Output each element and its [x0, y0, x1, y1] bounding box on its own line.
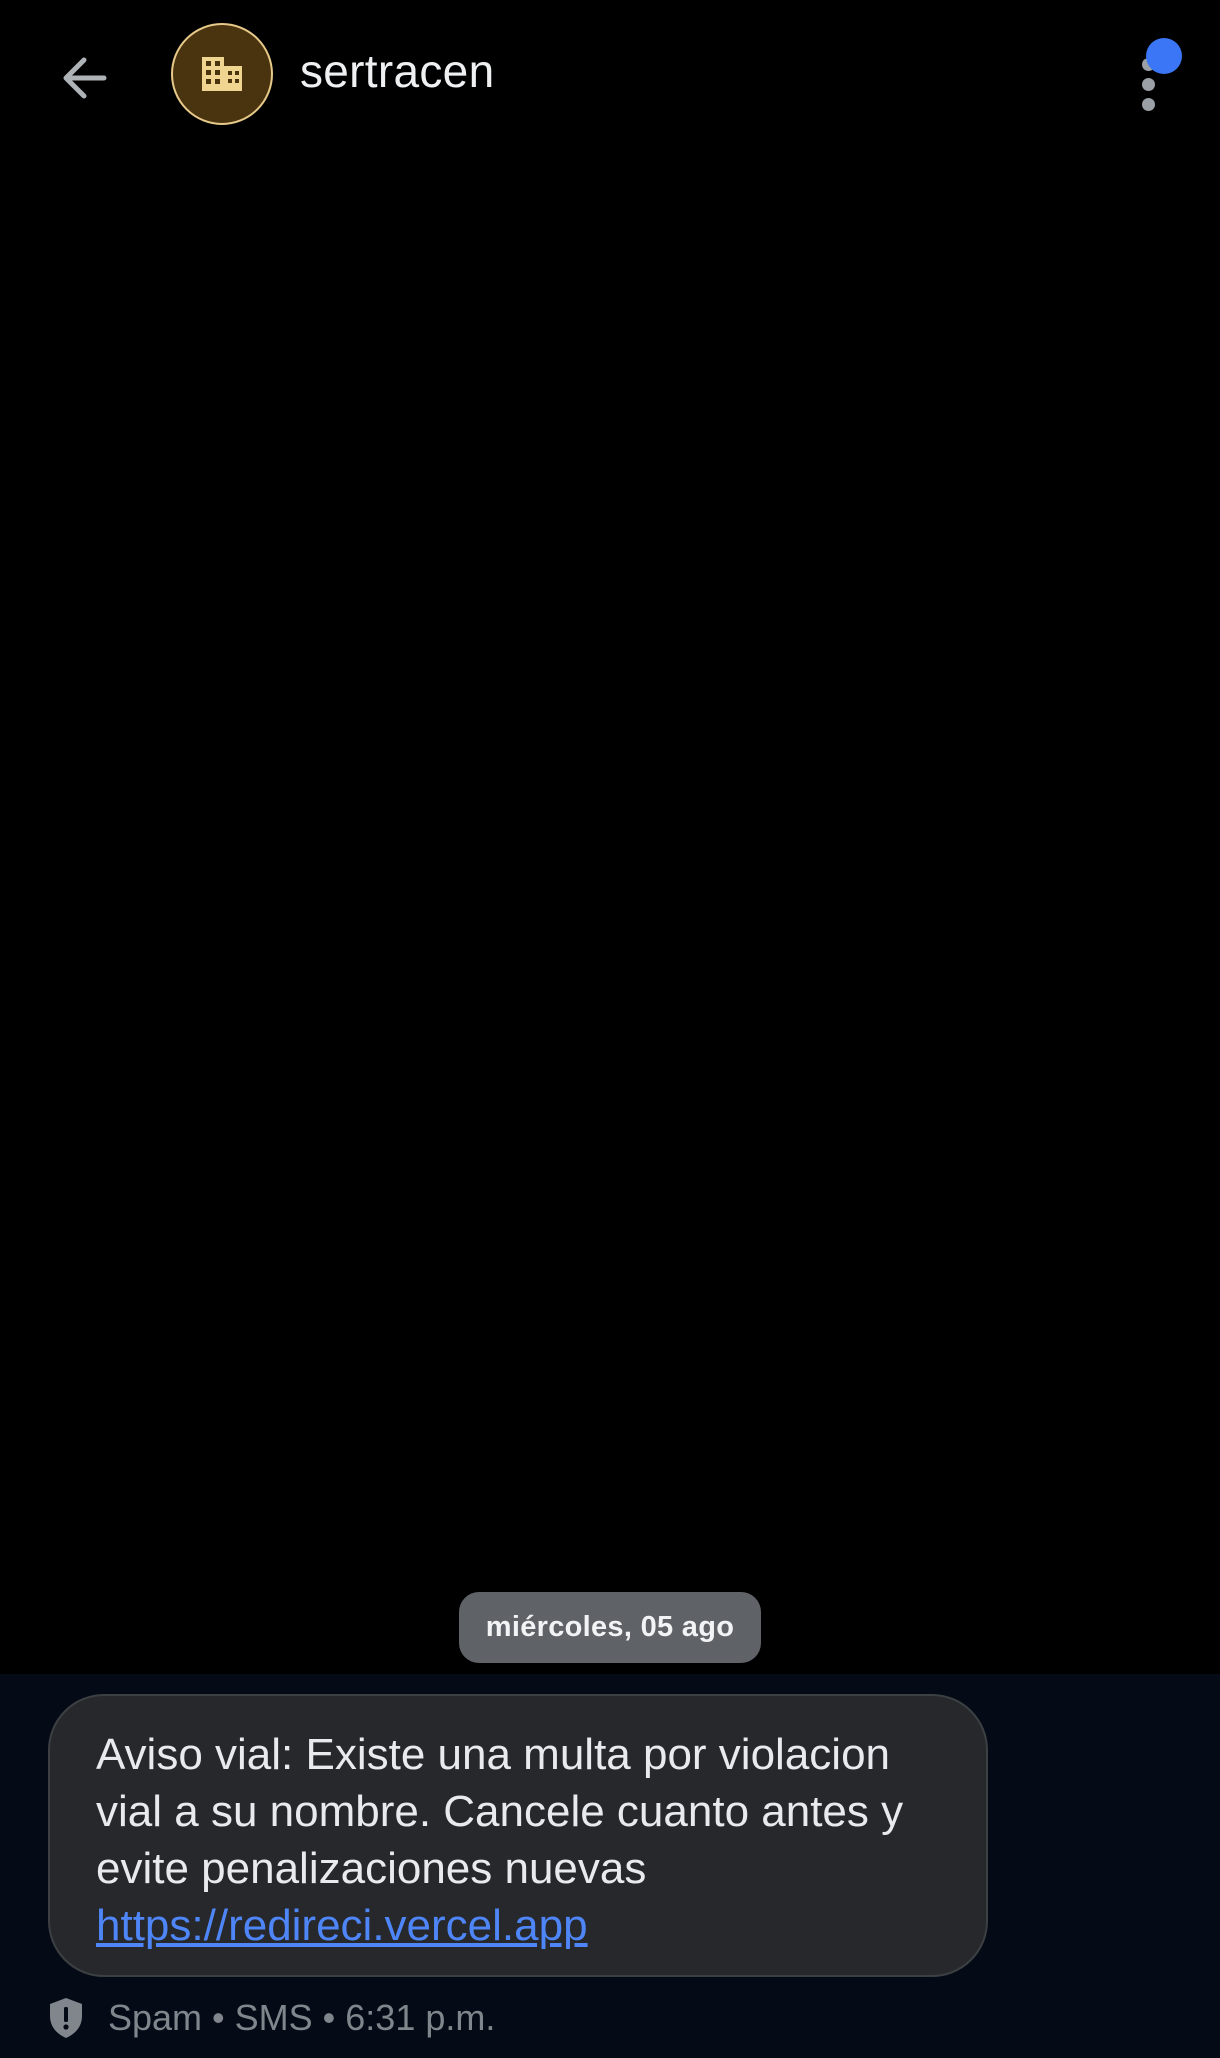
notification-dot — [1146, 38, 1182, 74]
building-icon — [202, 57, 242, 91]
arrow-left-icon — [63, 57, 107, 99]
contact-avatar[interactable] — [171, 23, 273, 125]
more-options-button[interactable] — [1120, 36, 1204, 120]
message-text: Aviso vial: Existe una multa por violaci… — [96, 1730, 904, 1893]
message-status: Spam • SMS • 6:31 p.m. — [46, 1995, 495, 2041]
message-list: Aviso vial: Existe una multa por violaci… — [0, 1674, 1220, 2058]
conversation-header: sertracen — [0, 0, 1220, 152]
contact-name[interactable]: sertracen — [300, 44, 494, 98]
messages-screen: sertracen miércoles, 05 ago Aviso vial: … — [0, 0, 1220, 2058]
spam-shield-icon — [50, 1998, 82, 2038]
back-button[interactable] — [44, 38, 124, 118]
incoming-message-bubble[interactable]: Aviso vial: Existe una multa por violaci… — [48, 1694, 988, 1977]
message-link[interactable]: https://redireci.vercel.app — [96, 1901, 588, 1950]
message-status-text: Spam • SMS • 6:31 p.m. — [108, 1997, 496, 2038]
date-separator: miércoles, 05 ago — [459, 1592, 761, 1663]
